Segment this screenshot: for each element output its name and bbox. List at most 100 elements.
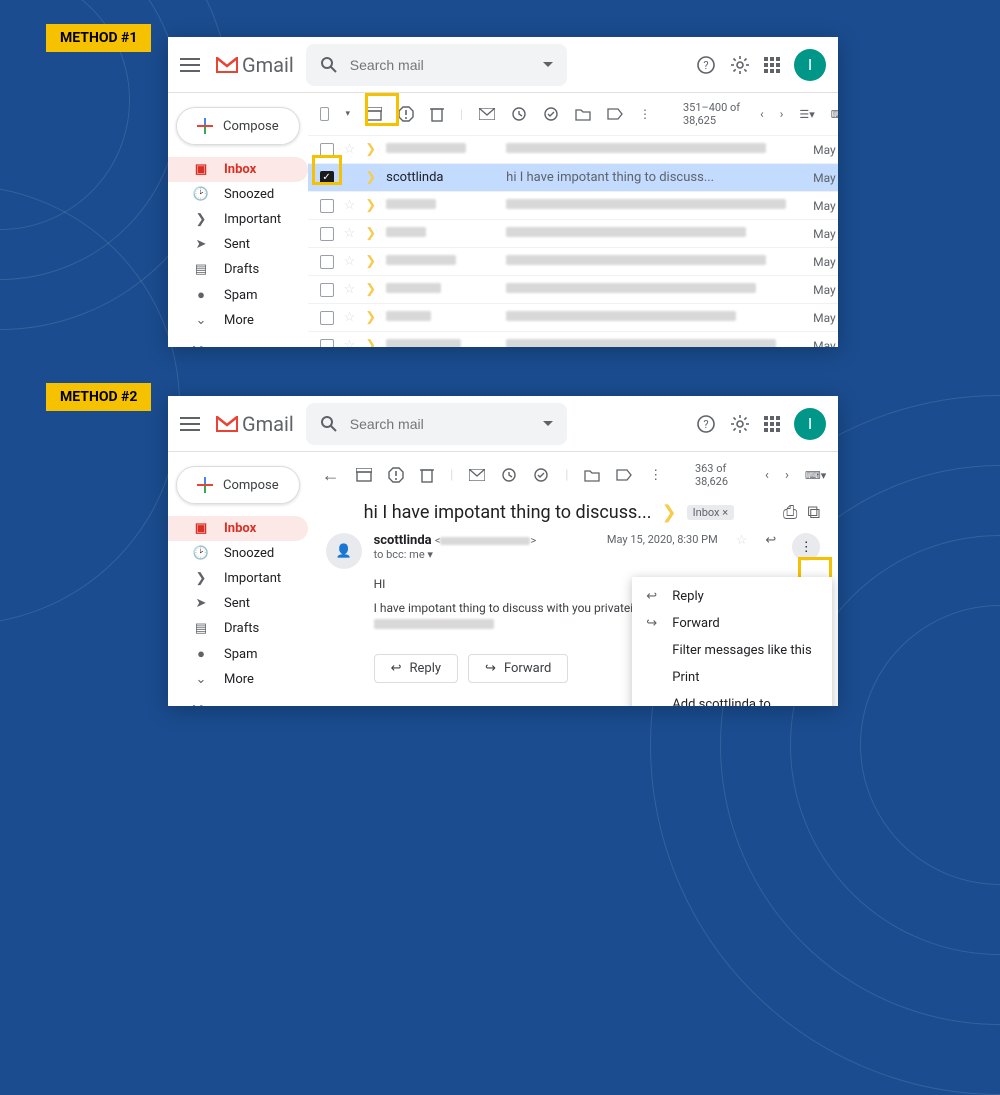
archive-icon[interactable] (356, 466, 372, 484)
move-icon[interactable] (584, 466, 600, 484)
inbox-chip[interactable]: Inbox × (687, 505, 734, 520)
snooze-icon[interactable] (501, 466, 517, 484)
reply-button[interactable]: ↩Reply (374, 654, 458, 683)
help-icon[interactable]: ? (696, 55, 716, 75)
star-icon[interactable]: ☆ (344, 338, 356, 347)
hamburger-icon[interactable] (180, 58, 200, 72)
sidebar-item-inbox[interactable]: ▣Inbox (168, 516, 308, 541)
mark-read-icon[interactable] (479, 105, 495, 123)
search-input[interactable] (350, 416, 531, 432)
forward-button[interactable]: ↪Forward (468, 654, 568, 683)
sidebar-item-sent[interactable]: ➤Sent (168, 591, 308, 616)
page-prev-icon[interactable]: ‹ (760, 107, 764, 121)
sidebar-item-snoozed[interactable]: 🕑Snoozed (168, 182, 308, 207)
important-icon[interactable]: ❯ (662, 502, 677, 523)
open-new-icon[interactable]: ⧉ (807, 502, 820, 523)
reply-quick-icon[interactable]: ↩ (765, 533, 776, 548)
input-tools-icon[interactable]: ⌨▾ (831, 108, 838, 121)
label-icon[interactable] (607, 105, 623, 123)
settings-gear-icon[interactable] (730, 414, 750, 434)
settings-gear-icon[interactable] (730, 55, 750, 75)
menu-filter[interactable]: Filter messages like this (632, 637, 832, 664)
email-row[interactable]: ☆❯May 15 (308, 219, 838, 247)
search-input[interactable] (350, 57, 531, 73)
sidebar-item-spam[interactable]: ●Spam (168, 282, 308, 308)
menu-forward[interactable]: ↪Forward (632, 610, 832, 637)
more-icon[interactable]: ⋮ (639, 105, 651, 123)
star-icon[interactable]: ☆ (344, 310, 356, 325)
menu-reply[interactable]: ↩Reply (632, 583, 832, 610)
row-checkbox[interactable] (320, 143, 334, 157)
density-icon[interactable]: ☰▾ (799, 108, 814, 121)
star-icon[interactable]: ☆ (344, 254, 356, 269)
star-icon[interactable]: ☆ (736, 533, 748, 548)
sidebar-item-spam[interactable]: ●Spam (168, 641, 308, 667)
print-icon[interactable]: ⎙ (783, 502, 797, 523)
sidebar-item-drafts[interactable]: ▤Drafts (168, 616, 308, 641)
email-row[interactable]: ☆❯May 15 (308, 275, 838, 303)
row-checkbox[interactable] (320, 283, 334, 297)
row-checkbox[interactable] (320, 311, 334, 325)
back-icon[interactable]: ← (322, 465, 340, 486)
sidebar-item-inbox[interactable]: ▣Inbox (168, 157, 308, 182)
report-spam-icon[interactable] (388, 466, 404, 484)
page-prev-icon[interactable]: ‹ (765, 468, 769, 483)
compose-button[interactable]: Compose (176, 107, 300, 145)
label-icon[interactable] (616, 466, 632, 484)
report-spam-icon[interactable] (398, 105, 414, 123)
more-icon[interactable]: ⋮ (648, 466, 662, 484)
sidebar-item-more[interactable]: ⌄More (168, 667, 308, 692)
account-avatar[interactable]: I (794, 408, 826, 440)
sidebar-item-drafts[interactable]: ▤Drafts (168, 257, 308, 282)
email-row[interactable]: ☆❯May 15 (308, 331, 838, 347)
important-icon[interactable]: ❯ (365, 254, 376, 269)
row-checkbox-checked[interactable]: ✓ (320, 171, 334, 185)
sidebar-item-more[interactable]: ⌄More (168, 308, 308, 333)
important-icon[interactable]: ❯ (365, 142, 376, 157)
important-icon[interactable]: ❯ (365, 198, 376, 213)
help-icon[interactable]: ? (696, 414, 716, 434)
hamburger-icon[interactable] (180, 417, 200, 431)
email-row[interactable]: ☆❯May 15 (308, 303, 838, 331)
star-icon[interactable]: ☆ (344, 198, 356, 213)
message-more-icon[interactable]: ⋮ (792, 533, 820, 561)
snooze-icon[interactable] (511, 105, 527, 123)
search-bar[interactable] (306, 44, 567, 86)
row-checkbox[interactable] (320, 199, 334, 213)
sidebar-item-important[interactable]: ❯Important (168, 566, 308, 591)
important-icon[interactable]: ❯ (365, 226, 376, 241)
star-icon[interactable]: ☆ (344, 142, 356, 157)
select-all-checkbox[interactable] (320, 107, 330, 121)
star-icon[interactable]: ☆ (344, 226, 356, 241)
row-checkbox[interactable] (320, 255, 334, 269)
add-task-icon[interactable] (533, 466, 549, 484)
star-icon[interactable]: ☆ (344, 282, 356, 297)
menu-print[interactable]: Print (632, 664, 832, 691)
email-row-selected[interactable]: ✓☆❯ scottlinda hi I have impotant thing … (308, 163, 838, 191)
important-icon[interactable]: ❯ (365, 310, 376, 325)
sidebar-item-sent[interactable]: ➤Sent (168, 232, 308, 257)
important-icon[interactable]: ❯ (365, 170, 376, 185)
sidebar-item-snoozed[interactable]: 🕑Snoozed (168, 541, 308, 566)
delete-icon[interactable] (430, 105, 444, 123)
email-row[interactable]: ☆❯May 15 (308, 247, 838, 275)
row-checkbox[interactable] (320, 227, 334, 241)
row-checkbox[interactable] (320, 339, 334, 348)
sidebar-item-important[interactable]: ❯Important (168, 207, 308, 232)
email-row[interactable]: ☆❯May 15 (308, 191, 838, 219)
apps-grid-icon[interactable] (764, 57, 780, 73)
important-icon[interactable]: ❯ (365, 338, 376, 347)
compose-button[interactable]: Compose (176, 466, 300, 504)
search-bar[interactable] (306, 403, 567, 445)
move-icon[interactable] (575, 105, 591, 123)
delete-icon[interactable] (420, 466, 434, 484)
add-task-icon[interactable] (543, 105, 559, 123)
page-next-icon[interactable]: › (785, 468, 789, 483)
mark-unread-icon[interactable] (469, 466, 485, 484)
apps-grid-icon[interactable] (764, 416, 780, 432)
archive-icon[interactable] (366, 105, 382, 123)
search-dropdown-icon[interactable] (543, 421, 553, 427)
account-avatar[interactable]: I (794, 49, 826, 81)
email-row[interactable]: ☆❯ May 15 (308, 135, 838, 163)
page-next-icon[interactable]: › (780, 107, 784, 121)
